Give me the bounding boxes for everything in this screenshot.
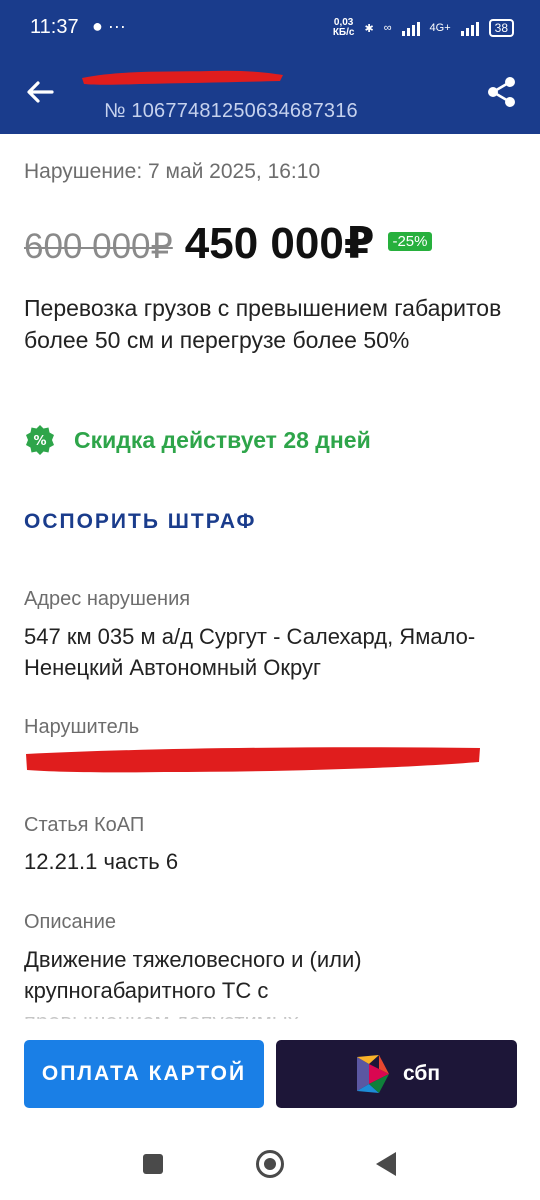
discount-badge: -25% [388,232,432,251]
back-arrow-icon[interactable] [22,74,58,110]
percent-badge-icon: % [26,425,54,455]
order-number: № 10677481250634687316 [104,100,358,122]
article-label: Статья КоАП [24,814,145,836]
link-icon: ∞ [383,22,392,34]
speed-unit: КБ/с [332,27,355,38]
svg-text:%: % [33,434,46,449]
recents-icon[interactable] [143,1154,163,1174]
bluetooth-icon: ✱ [364,22,374,35]
sbp-pay-button[interactable]: сбп [276,1040,517,1108]
discount-row: % Скидка действует 28 дней [24,424,371,456]
discount-text: Скидка действует 28 дней [74,426,371,453]
status-right-icons: 0,03 КБ/с ✱ ∞ 4G+ 38 [333,18,514,38]
status-time: 11:37 [30,16,79,38]
sbp-logo-icon [356,1055,389,1093]
redacted-violator [26,747,480,773]
notification-icons: ● ··· [92,16,126,36]
article-value: 12.21.1 часть 6 [24,849,179,874]
system-nav-bar [0,1130,540,1200]
redacted-title [82,70,283,85]
fine-title: Перевозка грузов с превышением габаритов… [24,295,502,353]
old-price: 600 000₽ [24,227,173,266]
app-bar: № 10677481250634687316 [0,60,540,134]
home-icon[interactable] [256,1150,284,1178]
signal-1-icon [401,20,420,36]
price-row: 600 000₽ 450 000₽ -25% [24,218,432,269]
network-speed: 0,03 КБ/с [333,18,355,38]
violation-date: Нарушение: 7 май 2025, 16:10 [24,160,321,183]
sbp-label: сбп [402,1062,441,1085]
back-icon[interactable] [376,1152,396,1176]
status-bar: 11:37 ● ··· 0,03 КБ/с ✱ ∞ 4G+ 38 [0,0,540,60]
scroll-fade [0,1005,540,1025]
violator-label: Нарушитель [24,716,140,738]
description-label: Описание [24,911,117,933]
share-icon[interactable] [484,74,520,110]
battery-icon: 38 [488,19,514,37]
address-label: Адрес нарушения [24,588,191,610]
pay-by-card-button[interactable]: ОПЛАТА КАРТОЙ [24,1040,264,1108]
network-type: 4G+ [429,22,451,34]
address-value: 547 км 035 м а/д Сургут - Салехард, Ямал… [24,624,476,680]
dispute-fine-button[interactable]: ОСПОРИТЬ ШТРАФ [24,510,256,534]
new-price: 450 000₽ [184,219,375,268]
signal-2-icon [460,20,479,36]
